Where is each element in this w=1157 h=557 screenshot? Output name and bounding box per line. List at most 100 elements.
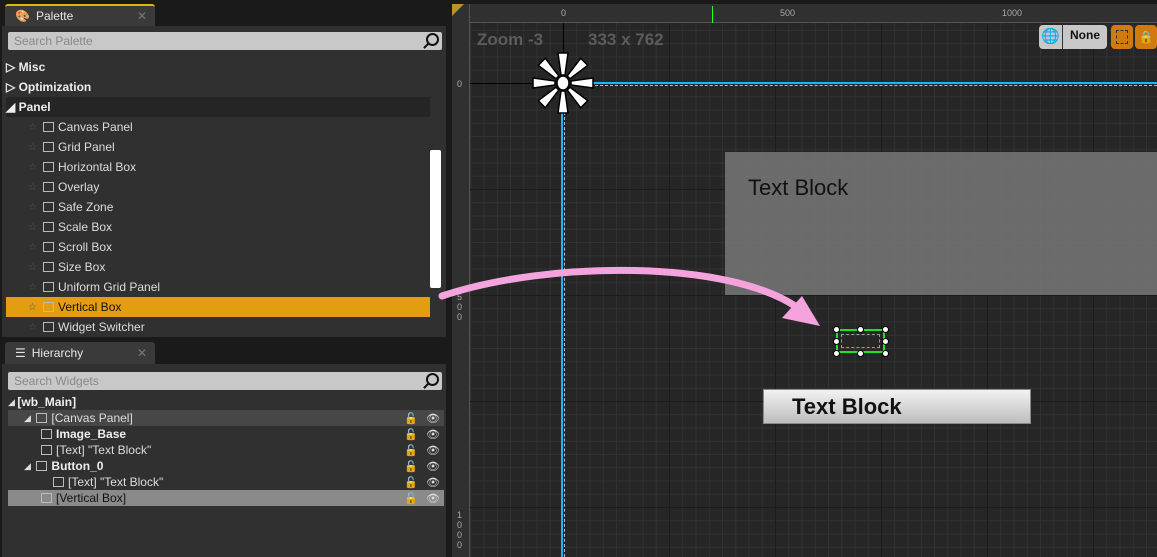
resize-handle[interactable] — [882, 350, 889, 357]
palette-item[interactable]: ☆ Canvas Panel — [6, 117, 430, 137]
dpi-dropdown[interactable]: None — [1062, 25, 1107, 49]
drag-arrow — [438, 266, 820, 326]
star-icon[interactable]: ☆ — [28, 282, 40, 293]
resize-handle[interactable] — [882, 326, 889, 333]
corner-marker — [452, 4, 464, 16]
canvas-outline-top — [590, 85, 1157, 86]
hierarchy-panel: Search Widgets ◢ [wb_Main] ◢ [Canvas Pane… — [2, 364, 446, 557]
palette-item[interactable]: ☆ Safe Zone — [6, 197, 430, 217]
palette-panel: Search Palette ▷ Misc ▷ Optimization ◢ P… — [2, 26, 446, 337]
palette-item[interactable]: ☆ Scale Box — [6, 217, 430, 237]
search-widgets-input[interactable]: Search Widgets — [8, 372, 442, 390]
search-icon — [426, 373, 439, 386]
widget-icon — [43, 302, 54, 312]
eye-icon[interactable]: 👁 — [426, 428, 440, 441]
widget-icon — [43, 322, 54, 332]
widget-icon — [36, 461, 48, 471]
hierarchy-row[interactable]: ◢ Button_0 🔓 👁 — [8, 458, 444, 474]
expand-arrow-icon[interactable]: ◢ — [24, 413, 33, 424]
eye-icon[interactable]: 👁 — [426, 460, 440, 473]
resize-handle[interactable] — [833, 338, 840, 345]
search-icon — [426, 33, 439, 46]
hierarchy-row[interactable]: Image_Base 🔓 👁 — [8, 426, 444, 442]
outline-toggle-button[interactable] — [1111, 25, 1133, 49]
search-palette-input[interactable]: Search Palette — [8, 32, 442, 50]
button-0[interactable]: Text Block — [763, 389, 1031, 424]
star-icon[interactable]: ☆ — [28, 222, 40, 233]
palette-item[interactable]: ☆ Uniform Grid Panel — [6, 277, 430, 297]
widget-icon — [43, 202, 54, 212]
star-icon[interactable]: ☆ — [28, 202, 40, 213]
hierarchy-row[interactable]: [Text] "Text Block" 🔓 👁 — [8, 442, 444, 458]
tab-palette[interactable]: 🎨 Palette ✕ — [5, 4, 155, 26]
category-misc[interactable]: ▷ Misc — [6, 57, 430, 77]
lock-open-icon[interactable]: 🔓 — [404, 460, 418, 473]
hierarchy-icon: ☰ — [15, 346, 26, 360]
widget-icon — [41, 493, 52, 503]
star-icon[interactable]: ☆ — [28, 262, 40, 273]
widget-icon — [43, 122, 54, 132]
star-icon[interactable]: ☆ — [28, 142, 40, 153]
star-icon[interactable]: ☆ — [28, 122, 40, 133]
eye-icon[interactable]: 👁 — [426, 476, 440, 489]
star-icon[interactable]: ☆ — [28, 302, 40, 313]
widget-icon — [41, 445, 52, 455]
close-icon[interactable]: ✕ — [137, 9, 147, 23]
widget-icon — [43, 242, 54, 252]
palette-item[interactable]: ☆ Overlay — [6, 177, 430, 197]
text-block[interactable]: Text Block — [748, 175, 848, 201]
close-icon[interactable]: ✕ — [137, 346, 147, 360]
hierarchy-row[interactable]: [Vertical Box] 🔓 👁 — [8, 490, 444, 506]
lock-open-icon[interactable]: 🔓 — [404, 412, 418, 425]
star-icon[interactable]: ☆ — [28, 182, 40, 193]
lock-open-icon[interactable]: 🔓 — [404, 476, 418, 489]
ruler-top: 0 500 1000 — [452, 4, 1157, 23]
star-icon[interactable]: ☆ — [28, 162, 40, 173]
guide-top — [590, 82, 1157, 84]
star-icon[interactable]: ☆ — [28, 242, 40, 253]
widget-icon — [43, 222, 54, 232]
palette-item[interactable]: ☆ Grid Panel — [6, 137, 430, 157]
widget-icon — [43, 262, 54, 272]
widget-icon — [43, 182, 54, 192]
lock-icon[interactable]: 🔒 — [1135, 25, 1157, 49]
widget-icon — [43, 282, 54, 292]
palette-item[interactable]: ☆ Size Box — [6, 257, 430, 277]
size-label: 333 x 762 — [588, 30, 664, 49]
palette-item[interactable]: ☆ Widget Switcher — [6, 317, 430, 337]
globe-icon[interactable]: 🌐 — [1039, 25, 1062, 49]
expand-arrow-icon[interactable]: ◢ — [24, 461, 33, 472]
hierarchy-row[interactable]: ◢ [wb_Main] — [8, 394, 444, 410]
resize-handle[interactable] — [882, 338, 889, 345]
anchor-icon[interactable] — [530, 50, 596, 116]
tab-hierarchy[interactable]: ☰ Hierarchy ✕ — [5, 342, 155, 364]
star-icon[interactable]: ☆ — [28, 322, 40, 333]
resize-handle[interactable] — [857, 326, 864, 333]
outline-icon — [1116, 30, 1128, 44]
palette-item[interactable]: ☆ Horizontal Box — [6, 157, 430, 177]
palette-item[interactable]: ☆ Vertical Box — [6, 297, 430, 317]
category-panel[interactable]: ◢ Panel — [6, 97, 430, 117]
eye-icon[interactable]: 👁 — [426, 444, 440, 457]
eye-icon[interactable]: 👁 — [426, 492, 440, 505]
category-optimization[interactable]: ▷ Optimization — [6, 77, 430, 97]
lock-open-icon[interactable]: 🔓 — [404, 492, 418, 505]
palette-icon: 🎨 — [15, 9, 30, 23]
widget-icon — [53, 477, 64, 487]
widget-icon — [43, 162, 54, 172]
widget-icon — [36, 413, 48, 423]
eye-icon[interactable]: 👁 — [426, 412, 440, 425]
widget-icon — [41, 429, 52, 439]
cursor-marker — [712, 6, 713, 23]
hierarchy-row[interactable]: ◢ [Canvas Panel] 🔓 👁 — [8, 410, 444, 426]
resize-handle[interactable] — [857, 350, 864, 357]
lock-open-icon[interactable]: 🔓 — [404, 428, 418, 441]
resize-handle[interactable] — [833, 350, 840, 357]
hierarchy-row[interactable]: [Text] "Text Block" 🔓 👁 — [8, 474, 444, 490]
lock-open-icon[interactable]: 🔓 — [404, 444, 418, 457]
zoom-label: Zoom -3 — [477, 30, 544, 49]
palette-item[interactable]: ☆ Scroll Box — [6, 237, 430, 257]
expand-arrow-icon[interactable]: ◢ — [8, 397, 17, 408]
resize-handle[interactable] — [833, 326, 840, 333]
widget-icon — [43, 142, 54, 152]
